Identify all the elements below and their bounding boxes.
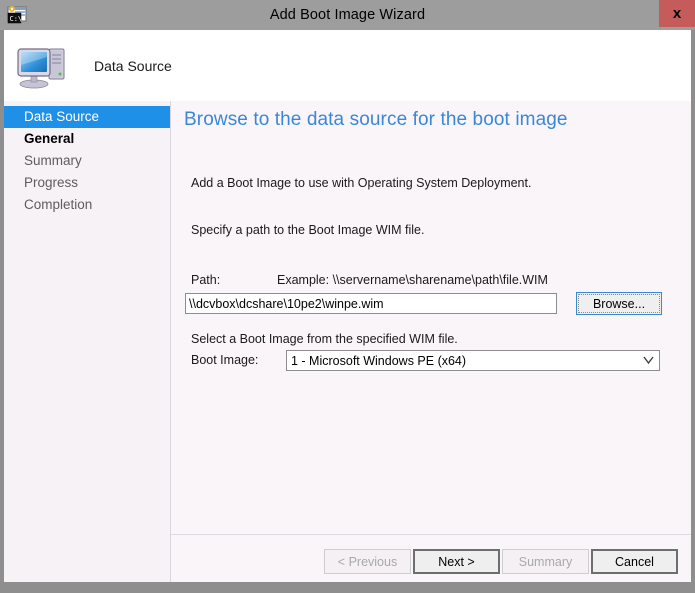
- svg-text:C:\: C:\: [10, 15, 23, 23]
- window-right-border: [691, 30, 695, 582]
- summary-button[interactable]: Summary: [502, 549, 589, 574]
- close-button[interactable]: x: [659, 0, 695, 27]
- page-title: Browse to the data source for the boot i…: [184, 109, 568, 130]
- sidebar-item-general[interactable]: General: [4, 128, 170, 150]
- sidebar-item-summary[interactable]: Summary: [4, 150, 170, 172]
- next-button-label: Next >: [438, 554, 475, 569]
- sidebar-item-label: Data Source: [24, 109, 100, 124]
- sidebar-item-progress[interactable]: Progress: [4, 172, 170, 194]
- path-input[interactable]: [185, 293, 557, 314]
- sidebar-item-completion[interactable]: Completion: [4, 194, 170, 216]
- select-instruction-label: Select a Boot Image from the specified W…: [191, 332, 458, 346]
- wizard-header: Data Source: [4, 30, 691, 101]
- sidebar-item-label: Completion: [24, 197, 93, 212]
- cancel-button[interactable]: Cancel: [591, 549, 678, 574]
- path-label: Path:: [191, 273, 221, 287]
- boot-image-select[interactable]: 1 - Microsoft Windows PE (x64): [286, 350, 660, 371]
- summary-button-label: Summary: [518, 554, 573, 569]
- sidebar-item-label: General: [24, 131, 75, 146]
- computer-icon: [17, 47, 65, 88]
- instruction-paragraph: Specify a path to the Boot Image WIM fil…: [191, 223, 425, 237]
- sidebar-item-label: Summary: [24, 153, 82, 168]
- sidebar-item-label: Progress: [24, 175, 79, 190]
- previous-button[interactable]: < Previous: [324, 549, 411, 574]
- wizard-footer: < Previous Next > Summary Cancel: [171, 535, 691, 582]
- browse-button-label: Browse...: [578, 294, 660, 313]
- wizard-sidebar: Data Source General Summary Progress Com…: [4, 101, 170, 582]
- close-icon: x: [672, 5, 682, 22]
- browse-button[interactable]: Browse...: [576, 292, 662, 315]
- cancel-button-label: Cancel: [615, 554, 654, 569]
- content-pane: Browse to the data source for the boot i…: [171, 101, 691, 534]
- console-app-icon: C:\: [7, 6, 27, 24]
- intro-paragraph: Add a Boot Image to use with Operating S…: [191, 176, 532, 190]
- window-title: Add Boot Image Wizard: [269, 7, 426, 23]
- path-example-text: Example: \\servername\sharename\path\fil…: [277, 273, 548, 287]
- header-title: Data Source: [94, 57, 172, 74]
- window-bottom-border: [0, 582, 695, 593]
- sidebar-item-data-source[interactable]: Data Source: [4, 106, 170, 128]
- add-boot-image-wizard-window: C:\ Add Boot Image Wizard x Data Source …: [0, 0, 695, 593]
- previous-button-label: < Previous: [337, 554, 398, 569]
- next-button[interactable]: Next >: [413, 549, 500, 574]
- title-bar: C:\ Add Boot Image Wizard x: [0, 0, 695, 30]
- boot-image-label: Boot Image:: [191, 353, 259, 367]
